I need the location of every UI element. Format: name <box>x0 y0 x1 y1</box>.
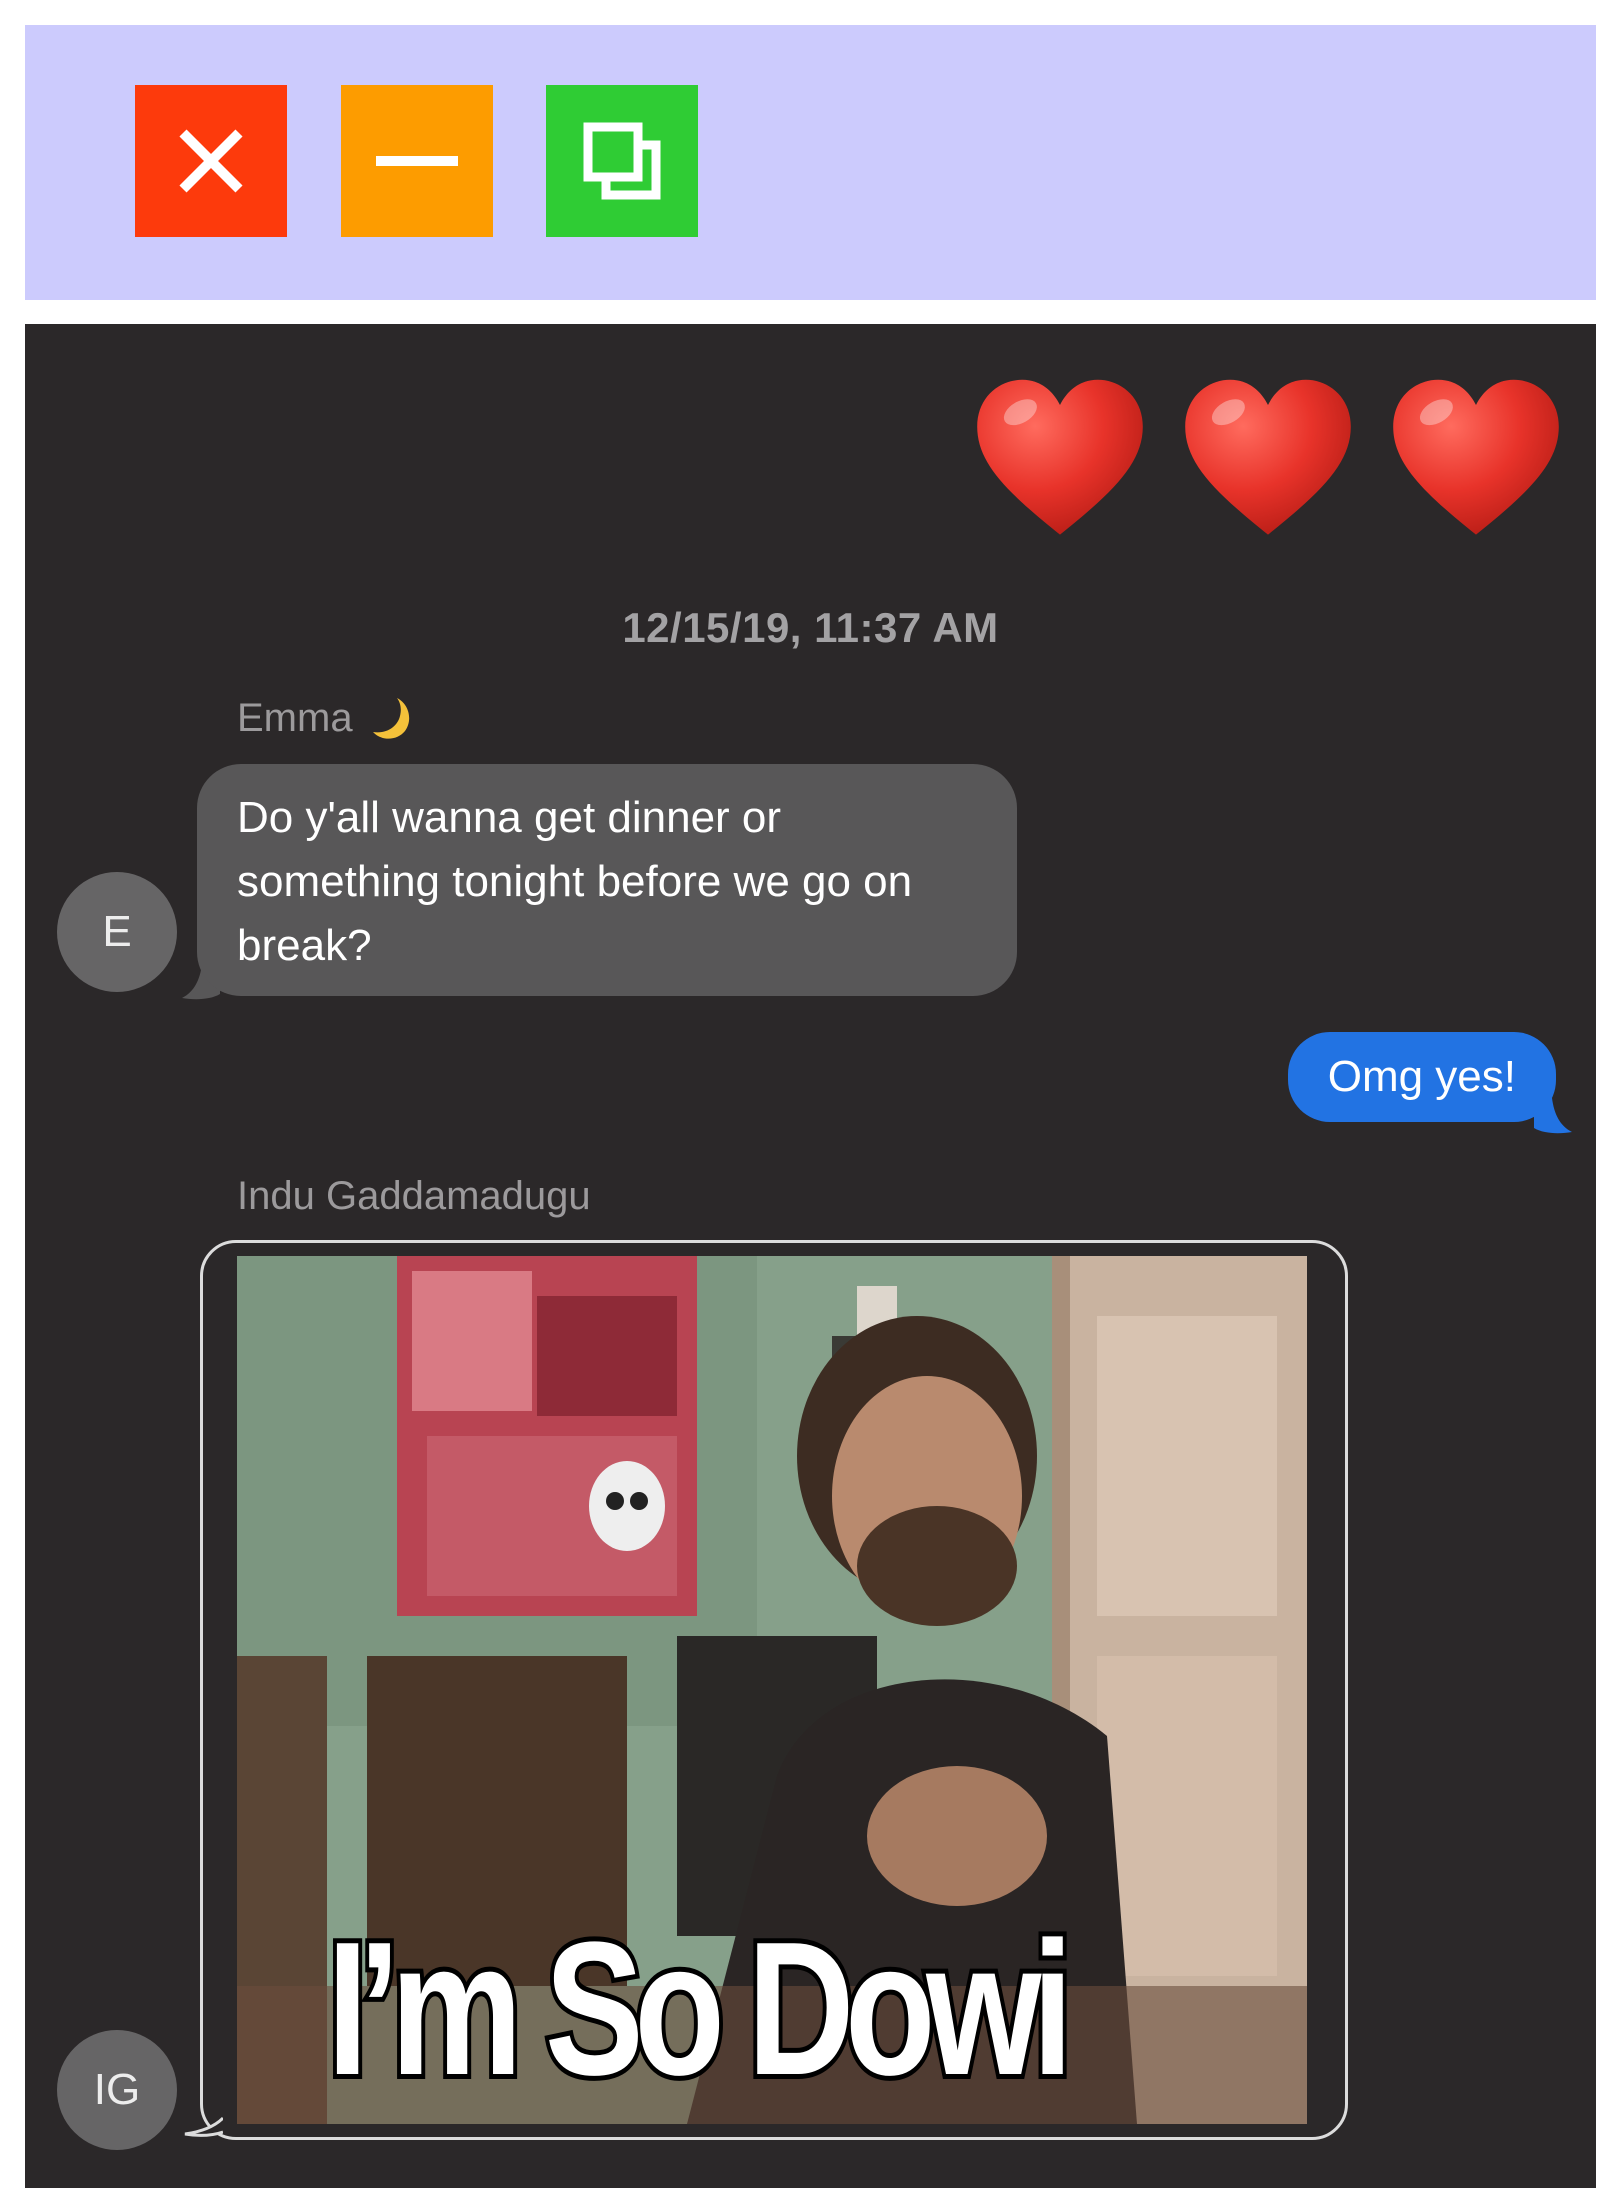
chat-transcript[interactable]: 12/15/19, 11:37 AM Emma E Do y'all wanna… <box>25 324 1596 2188</box>
maximize-window-button[interactable] <box>546 85 698 237</box>
sender-name: Emma <box>237 695 353 740</box>
avatar[interactable]: IG <box>57 2030 177 2150</box>
heart-icon <box>1386 369 1566 549</box>
bubble-tail <box>184 2116 223 2137</box>
sender-name-indu: Indu Gaddamadugu <box>237 1174 591 1218</box>
heart-reactions <box>970 369 1566 549</box>
heart-icon <box>970 369 1150 549</box>
avatar[interactable]: E <box>57 872 177 992</box>
restore-windows-icon <box>583 122 661 200</box>
message-timestamp: 12/15/19, 11:37 AM <box>622 604 999 651</box>
gif-caption: I’m So Dowi <box>323 1898 1077 2120</box>
sender-name-emma: Emma <box>237 694 415 742</box>
minimize-dash-icon <box>376 156 458 166</box>
heart-icon <box>1178 369 1358 549</box>
gif-attachment[interactable]: I’m So Dowi <box>237 1256 1307 2124</box>
bubble-tail <box>1534 1098 1572 1134</box>
minimize-window-button[interactable] <box>341 85 493 237</box>
close-window-button[interactable] <box>135 85 287 237</box>
window-titlebar <box>25 25 1596 300</box>
close-x-icon <box>179 129 243 193</box>
outgoing-message-bubble[interactable]: Omg yes! <box>1287 1032 1556 1122</box>
incoming-message-bubble[interactable]: Do y'all wanna get dinner or something t… <box>197 764 1017 996</box>
crescent-moon-icon <box>372 698 409 739</box>
